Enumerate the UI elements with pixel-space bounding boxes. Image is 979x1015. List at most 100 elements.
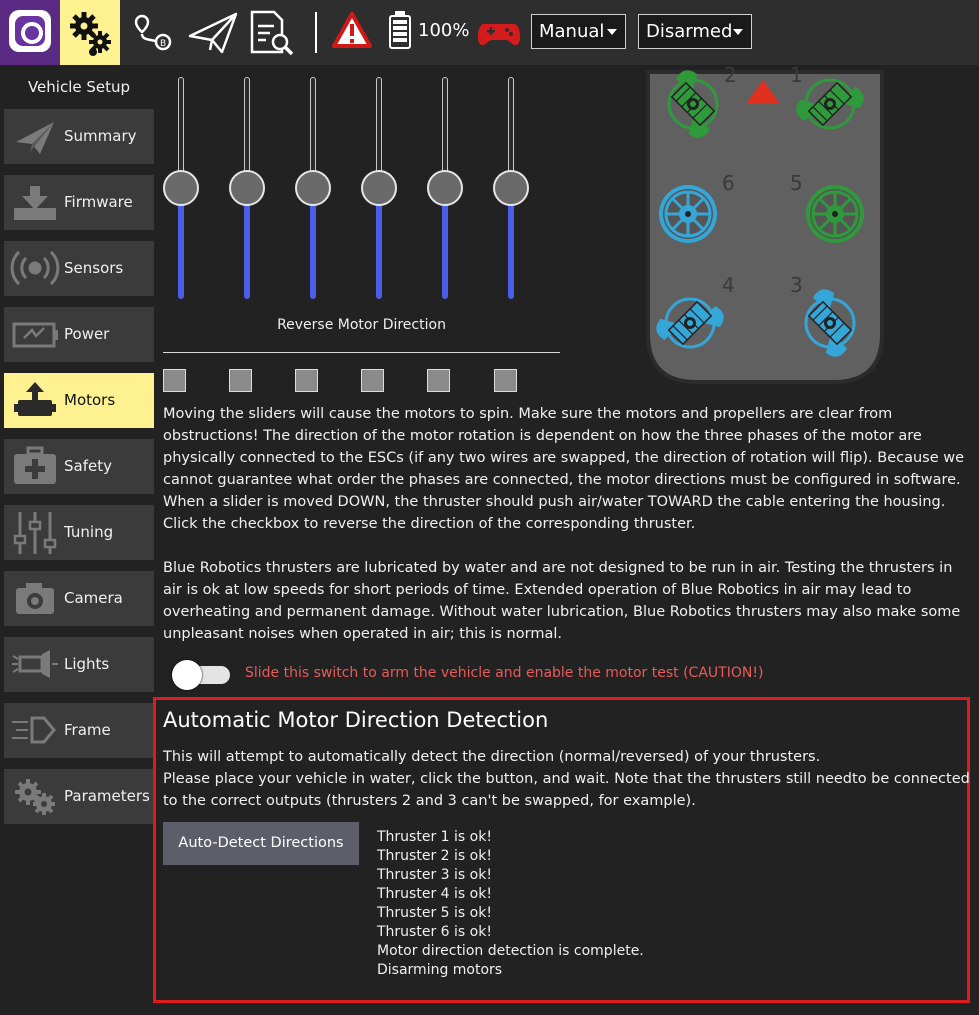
- thruster-label-5: 5: [790, 171, 803, 195]
- download-icon: [14, 186, 56, 220]
- sidebar-item-summary[interactable]: Summary: [4, 109, 154, 164]
- sliders-icon: [13, 512, 57, 554]
- flight-mode-value: Manual: [539, 21, 605, 42]
- flight-mode-dropdown[interactable]: Manual: [531, 14, 626, 49]
- light-icon: [12, 650, 58, 678]
- slider-handle[interactable]: [295, 170, 331, 206]
- fly-paper-plane-icon[interactable]: [184, 0, 244, 65]
- battery-bolt-icon: [12, 322, 58, 348]
- thruster-label-2: 2: [724, 66, 737, 87]
- motor-slider-2[interactable]: [229, 77, 265, 299]
- svg-text:B: B: [160, 39, 166, 49]
- arm-state-dropdown[interactable]: Disarmed: [638, 14, 752, 49]
- sidebar-item-frame[interactable]: Frame: [4, 703, 154, 758]
- thruster-label-4: 4: [722, 273, 735, 297]
- first-aid-icon: [14, 446, 56, 484]
- motor-test-description: Moving the sliders will cause the motors…: [163, 406, 965, 532]
- arm-state-value: Disarmed: [646, 21, 733, 42]
- log-line: Thruster 1 is ok!: [377, 829, 492, 845]
- log-line: Thruster 4 is ok!: [377, 886, 492, 902]
- thruster-label-6: 6: [722, 171, 735, 195]
- reverse-checkbox-3[interactable]: [295, 369, 318, 392]
- reverse-checkbox-4[interactable]: [361, 369, 384, 392]
- chevron-down-icon: [733, 29, 743, 35]
- vehicle-setup-gear-icon[interactable]: [60, 0, 120, 65]
- sidebar-item-lights[interactable]: Lights: [4, 637, 154, 692]
- reverse-direction-label: Reverse Motor Direction: [277, 317, 446, 333]
- auto-detect-line-1: This will attempt to automatically detec…: [163, 749, 821, 765]
- sidebar-item-label: Motors: [64, 391, 116, 409]
- motor-slider-1[interactable]: [163, 77, 199, 299]
- motor-slider-3[interactable]: [295, 77, 331, 299]
- sidebar-item-label: Summary: [64, 127, 137, 145]
- paper-plane-icon: [16, 122, 54, 154]
- thruster-air-warning: Blue Robotics thrusters are lubricated b…: [163, 560, 961, 642]
- log-line: Thruster 6 is ok!: [377, 924, 492, 940]
- auto-detect-title: Automatic Motor Direction Detection: [163, 708, 549, 732]
- toolbar-separator: [315, 12, 317, 53]
- log-line: Motor direction detection is complete.: [377, 943, 644, 959]
- sidebar-item-power[interactable]: Power: [4, 307, 154, 362]
- sidebar-item-label: Safety: [64, 457, 112, 475]
- sidebar-item-sensors[interactable]: Sensors: [4, 241, 154, 296]
- slider-handle[interactable]: [493, 170, 529, 206]
- camera-icon: [16, 583, 54, 614]
- sidebar-item-label: Tuning: [64, 523, 114, 541]
- slider-handle[interactable]: [427, 170, 463, 206]
- reverse-checkbox-5[interactable]: [427, 369, 450, 392]
- arm-switch-label: Slide this switch to arm the vehicle and…: [245, 665, 764, 681]
- thruster-5-icon: [804, 183, 866, 245]
- auto-detect-line-2: Please place your vehicle in water, clic…: [163, 771, 970, 809]
- battery-icon[interactable]: [385, 0, 415, 65]
- frame-icon: [12, 716, 56, 744]
- sidebar-item-firmware[interactable]: Firmware: [4, 175, 154, 230]
- reverse-checkbox-6[interactable]: [494, 369, 517, 392]
- slider-handle[interactable]: [163, 170, 199, 206]
- battery-percent: 100%: [418, 20, 470, 41]
- sidebar-item-label: Sensors: [64, 259, 124, 277]
- thruster-label-3: 3: [790, 273, 803, 297]
- gears-icon: [15, 779, 55, 815]
- sidebar-item-label: Camera: [64, 589, 123, 607]
- slider-handle[interactable]: [229, 170, 265, 206]
- slider-handle[interactable]: [361, 170, 397, 206]
- sidebar-item-label: Firmware: [64, 193, 133, 211]
- sidebar-item-label: Power: [64, 325, 110, 343]
- analyze-document-icon[interactable]: [244, 0, 304, 65]
- auto-detect-description: This will attempt to automatically detec…: [163, 746, 971, 812]
- auto-detect-log: Thruster 1 is ok! Thruster 2 is ok! Thru…: [377, 828, 644, 980]
- log-line: Thruster 2 is ok!: [377, 848, 492, 864]
- log-line: Thruster 3 is ok!: [377, 867, 492, 883]
- sidebar-item-label: Parameters: [64, 787, 150, 805]
- sidebar-item-motors[interactable]: Motors: [4, 373, 154, 428]
- sidebar-item-label: Lights: [64, 655, 110, 673]
- auto-detect-directions-button[interactable]: Auto-Detect Directions: [163, 822, 359, 865]
- motor-icon: [14, 382, 56, 416]
- thruster-6-icon: [657, 183, 719, 245]
- reverse-checkbox-1[interactable]: [163, 369, 186, 392]
- joystick-gamepad-icon[interactable]: [476, 0, 522, 65]
- sidebar-item-camera[interactable]: Camera: [4, 571, 154, 626]
- sidebar-item-parameters[interactable]: Parameters: [4, 769, 154, 824]
- log-line: Thruster 5 is ok!: [377, 905, 492, 921]
- plan-route-icon[interactable]: B: [124, 0, 184, 65]
- chevron-down-icon: [607, 29, 617, 35]
- divider: [163, 352, 560, 353]
- top-toolbar: B 100% Manual Disarmed: [0, 0, 979, 65]
- log-line: Disarming motors: [377, 962, 503, 978]
- sidebar-item-tuning[interactable]: Tuning: [4, 505, 154, 560]
- radio-waves-icon: [10, 250, 60, 286]
- motor-slider-6[interactable]: [493, 77, 529, 299]
- arm-motor-test-switch[interactable]: [172, 660, 230, 690]
- motor-slider-4[interactable]: [361, 77, 397, 299]
- sidebar-title: Vehicle Setup: [27, 78, 131, 96]
- reverse-checkbox-2[interactable]: [229, 369, 252, 392]
- motor-slider-5[interactable]: [427, 77, 463, 299]
- warning-triangle-icon[interactable]: [325, 0, 385, 65]
- qgc-logo-icon[interactable]: [0, 0, 60, 65]
- vehicle-frame-diagram: 2 1 6 5 4 3: [646, 66, 884, 384]
- sidebar-item-label: Frame: [64, 721, 111, 739]
- sidebar-item-safety[interactable]: Safety: [4, 439, 154, 494]
- switch-knob[interactable]: [172, 660, 202, 690]
- thruster-label-1: 1: [790, 66, 803, 87]
